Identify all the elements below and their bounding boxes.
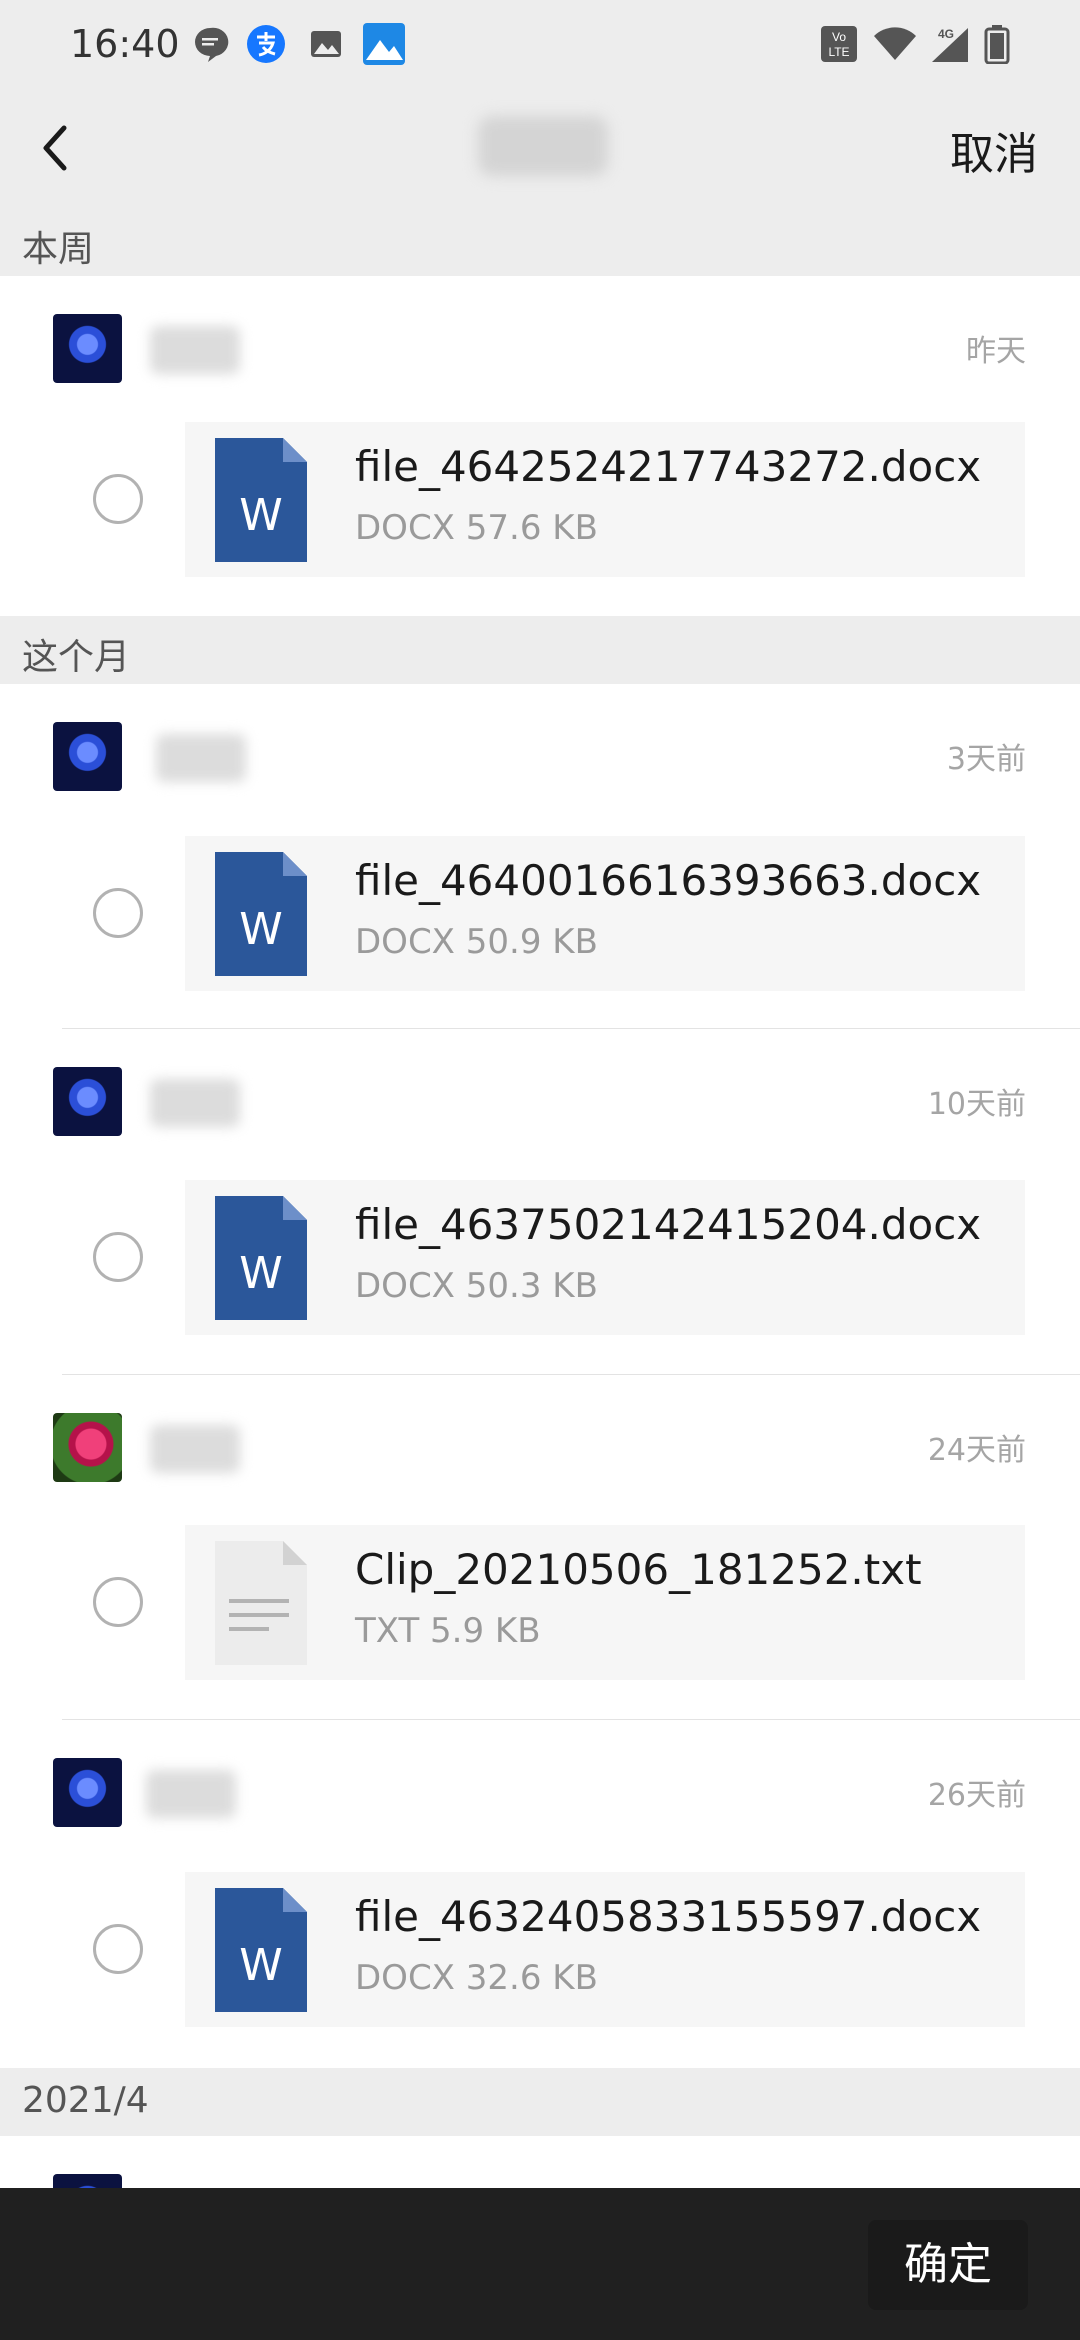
alipay-icon — [247, 25, 285, 63]
select-radio[interactable] — [93, 1577, 143, 1627]
sender-name-blurred — [156, 734, 246, 782]
chevron-left-icon[interactable] — [30, 116, 90, 180]
item-date: 26天前 — [927, 1778, 1026, 1813]
file-meta: DOCX 32.6 KB — [355, 1958, 598, 1998]
signal-4g-icon: 4G — [932, 27, 968, 62]
section-label: 2021/4 — [22, 2080, 149, 2121]
status-bar: 16:40 Vo LTE 4G — [0, 0, 1080, 92]
file-meta: DOCX 50.3 KB — [355, 1266, 598, 1306]
message-icon — [195, 27, 229, 62]
avatar — [53, 1067, 122, 1136]
sender-name-blurred — [150, 1425, 240, 1473]
wifi-icon — [874, 27, 916, 60]
section-header: 本周 — [0, 208, 1080, 276]
file-card[interactable]: W file_4640016616393663.docx DOCX 50.9 K… — [185, 836, 1025, 991]
word-letter: W — [239, 1248, 283, 1299]
list-item[interactable]: 24天前 Clip_20210506_181252.txt TXT 5.9 KB — [0, 1375, 1080, 1719]
avatar — [53, 1758, 122, 1827]
avatar — [53, 722, 122, 791]
page-title-blurred — [478, 116, 608, 176]
section-header: 这个月 — [0, 616, 1080, 684]
section-label: 本周 — [22, 229, 95, 270]
item-date: 24天前 — [927, 1433, 1026, 1468]
file-name: file_4637502142415204.docx — [355, 1200, 982, 1249]
bottom-bar: 确定 — [0, 2188, 1080, 2340]
nav-bar: 取消 — [0, 92, 1080, 208]
select-radio[interactable] — [93, 888, 143, 938]
file-name: Clip_20210506_181252.txt — [355, 1545, 922, 1594]
select-radio[interactable] — [93, 1232, 143, 1282]
list-item[interactable]: 昨天 W file_4642524217743272.docx DOCX 57.… — [0, 276, 1080, 616]
file-card[interactable]: W file_4637502142415204.docx DOCX 50.3 K… — [185, 1180, 1025, 1335]
file-card[interactable]: Clip_20210506_181252.txt TXT 5.9 KB — [185, 1525, 1025, 1680]
item-date: 3天前 — [946, 742, 1026, 777]
file-meta: TXT 5.9 KB — [355, 1611, 541, 1651]
section-label: 这个月 — [22, 637, 131, 678]
word-file-icon: W — [215, 852, 307, 976]
list-item[interactable] — [0, 2136, 1080, 2243]
avatar — [53, 314, 122, 383]
word-file-icon: W — [215, 438, 307, 562]
item-date: 昨天 — [966, 334, 1026, 369]
sender-name-blurred — [146, 1770, 236, 1818]
file-name: file_4642524217743272.docx — [355, 442, 982, 491]
item-date: 10天前 — [927, 1087, 1026, 1122]
word-letter: W — [239, 1940, 283, 1991]
text-file-icon — [215, 1541, 307, 1665]
file-name: file_4640016616393663.docx — [355, 856, 982, 905]
avatar — [53, 1413, 122, 1482]
word-file-icon: W — [215, 1196, 307, 1320]
list-item[interactable]: 3天前 W file_4640016616393663.docx DOCX 50… — [0, 684, 1080, 1028]
gallery-icon — [311, 31, 341, 57]
volte-icon: Vo LTE — [821, 26, 857, 62]
list-item[interactable]: 10天前 W file_4637502142415204.docx DOCX 5… — [0, 1029, 1080, 1373]
sender-name-blurred — [150, 326, 240, 374]
battery-icon — [984, 25, 1010, 64]
select-radio[interactable] — [93, 1924, 143, 1974]
file-card[interactable]: W file_4632405833155597.docx DOCX 32.6 K… — [185, 1872, 1025, 2027]
svg-text:LTE: LTE — [828, 45, 849, 59]
status-time: 16:40 — [70, 22, 180, 66]
word-letter: W — [239, 490, 283, 541]
file-meta: DOCX 57.6 KB — [355, 508, 598, 548]
section-header: 2021/4 — [0, 2068, 1080, 2136]
file-meta: DOCX 50.9 KB — [355, 922, 598, 962]
svg-text:Vo: Vo — [832, 30, 846, 44]
confirm-button[interactable]: 确定 — [868, 2220, 1028, 2310]
file-name: file_4632405833155597.docx — [355, 1892, 982, 1941]
cancel-button[interactable]: 取消 — [950, 118, 1038, 182]
file-card[interactable]: W file_4642524217743272.docx DOCX 57.6 K… — [185, 422, 1025, 577]
sender-name-blurred — [150, 1079, 240, 1127]
photos-icon — [363, 23, 405, 65]
word-file-icon: W — [215, 1888, 307, 2012]
svg-text:4G: 4G — [938, 27, 954, 41]
select-radio[interactable] — [93, 474, 143, 524]
word-letter: W — [239, 904, 283, 955]
list-item[interactable]: 26天前 W file_4632405833155597.docx DOCX 3… — [0, 1720, 1080, 2068]
